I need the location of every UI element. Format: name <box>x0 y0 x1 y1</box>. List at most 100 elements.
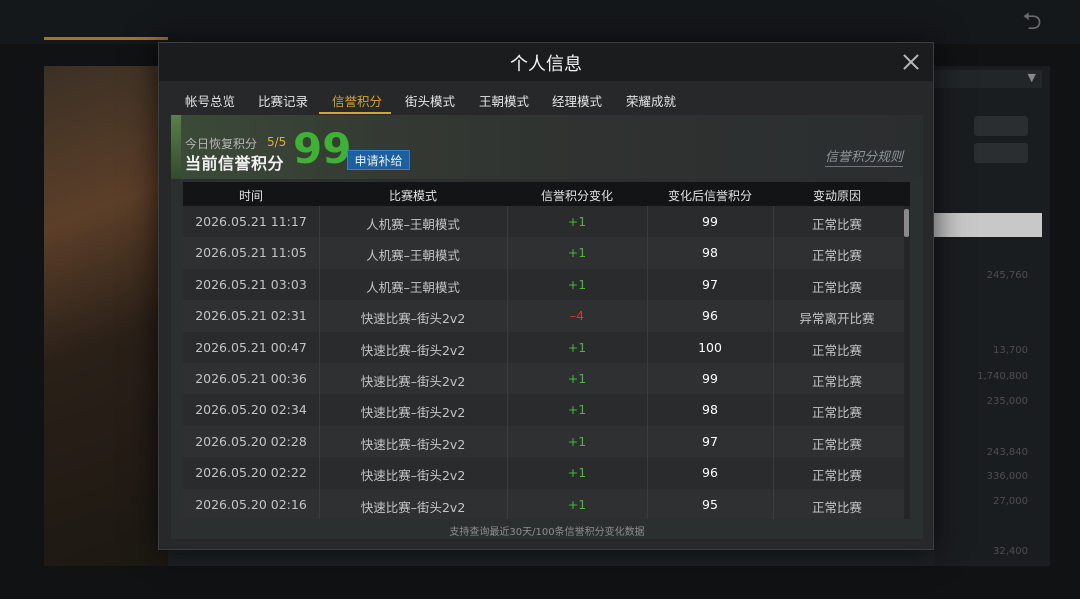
delta-cell: +1 <box>567 214 587 229</box>
tab-account-overview[interactable]: 帐号总览 <box>185 91 235 110</box>
tab-dynasty-mode[interactable]: 王朝模式 <box>479 91 529 110</box>
time-cell: 2026.05.20 02:16 <box>195 496 307 512</box>
back-arrow-icon[interactable]: ⮌ <box>1014 8 1050 34</box>
mode-cell: 快速比赛–街头2v2 <box>360 468 466 484</box>
credit-label: 当前信誉积分 <box>185 154 285 173</box>
after-cell: 99 <box>702 371 718 386</box>
table-row: 2026.05.20 02:22 快速比赛–街头2v2 +1 96 正常比赛 <box>183 457 910 489</box>
tab-manager-mode[interactable]: 经理模式 <box>552 91 602 110</box>
column-divider <box>773 206 774 519</box>
recover-count: 5/5 <box>267 135 287 149</box>
table-row: 2026.05.21 11:17 人机赛–王朝模式 +1 99 正常比赛 <box>183 206 910 238</box>
background-button <box>974 143 1028 163</box>
mode-cell: 快速比赛–街头2v2 <box>360 436 466 452</box>
delta-cell: +1 <box>567 433 587 449</box>
time-cell: 2026.05.21 11:05 <box>195 245 307 261</box>
table-row: 2026.05.20 02:16 快速比赛–街头2v2 +1 95 正常比赛 <box>183 488 910 519</box>
tab-honor-achievements[interactable]: 荣耀成就 <box>626 91 676 110</box>
tab-match-records[interactable]: 比赛记录 <box>258 91 308 110</box>
tab-credit-score[interactable]: 信誉积分 <box>332 91 382 110</box>
table-header: 时间 比赛模式 信誉积分变化 变化后信誉积分 变动原因 <box>183 182 910 206</box>
personal-info-modal: 个人信息 帐号总览 比赛记录 信誉积分 街头模式 王朝模式 经理模式 荣耀成就 … <box>158 42 934 550</box>
delta-cell: +1 <box>567 402 587 418</box>
background-value: 13,700 <box>993 345 1028 356</box>
mode-cell: 快速比赛–街头2v2 <box>360 374 466 389</box>
background-button <box>974 116 1028 136</box>
credit-content: 今日恢复积分 5/5 当前信誉积分 99 申请补给 信誉积分规则 时间 比赛模式… <box>171 115 923 539</box>
mode-cell: 人机赛–王朝模式 <box>366 248 460 264</box>
column-divider <box>507 206 508 519</box>
time-cell: 2026.05.21 03:03 <box>195 276 307 292</box>
column-header-after: 变化后信誉积分 <box>667 189 752 203</box>
footer-note: 支持查询最近30天/100条信誉积分变化数据 <box>449 527 645 538</box>
table-row: 2026.05.21 02:31 快速比赛–街头2v2 –4 96 异常离开比赛 <box>183 300 910 332</box>
mode-cell: 快速比赛–街头2v2 <box>360 311 466 327</box>
background-dropdown: ▼ <box>934 70 1042 88</box>
chevron-down-icon: ▼ <box>1027 71 1036 84</box>
reason-cell: 正常比赛 <box>811 499 862 515</box>
table-row: 2026.05.20 02:28 快速比赛–街头2v2 +1 97 正常比赛 <box>183 425 910 458</box>
reason-cell: 正常比赛 <box>811 342 862 358</box>
mode-cell: 快速比赛–街头2v2 <box>360 405 466 421</box>
mode-cell: 快速比赛–街头2v2 <box>360 342 466 358</box>
delta-cell: +1 <box>567 339 587 355</box>
table-row: 2026.05.20 02:34 快速比赛–街头2v2 +1 98 正常比赛 <box>183 394 910 426</box>
credit-value: 99 <box>293 124 352 173</box>
delta-cell: –4 <box>569 308 585 324</box>
background-player-poster <box>44 66 168 566</box>
apply-supply-button[interactable]: 申请补给 <box>347 150 410 170</box>
scrollbar-track[interactable] <box>904 206 910 519</box>
column-header-mode: 比赛模式 <box>388 189 437 203</box>
credit-history-table[interactable]: 2026.05.21 11:17 人机赛–王朝模式 +1 99 正常比赛 2026.05.… <box>183 206 910 519</box>
credit-rules-link[interactable]: 信誉积分规则 <box>824 146 903 167</box>
background-value: 245,760 <box>986 270 1028 281</box>
after-cell: 98 <box>702 402 718 418</box>
after-cell: 97 <box>702 276 718 292</box>
after-cell: 99 <box>702 214 718 229</box>
column-header-reason: 变动原因 <box>812 189 861 203</box>
reason-cell: 正常比赛 <box>811 248 862 264</box>
modal-header: 个人信息 <box>159 43 933 81</box>
time-cell: 2026.05.21 00:36 <box>195 371 307 386</box>
reason-cell: 正常比赛 <box>811 436 862 452</box>
background-right-column <box>934 66 1050 566</box>
delta-cell: +1 <box>567 371 587 386</box>
background-value: 32,400 <box>993 546 1028 557</box>
reason-cell: 异常离开比赛 <box>799 311 875 327</box>
time-cell: 2026.05.21 11:17 <box>195 214 307 229</box>
credit-banner: 今日恢复积分 5/5 当前信誉积分 99 申请补给 信誉积分规则 <box>171 115 923 179</box>
after-cell: 98 <box>702 245 718 261</box>
column-divider <box>319 206 320 519</box>
table-row: 2026.05.21 11:05 人机赛–王朝模式 +1 98 正常比赛 <box>183 237 910 269</box>
tab-street-mode[interactable]: 街头模式 <box>405 91 455 110</box>
modal-tabs: 帐号总览 比赛记录 信誉积分 街头模式 王朝模式 经理模式 荣耀成就 <box>159 81 933 115</box>
banner-accent <box>171 115 181 179</box>
column-divider <box>647 206 648 519</box>
background-value: 235,000 <box>986 396 1028 407</box>
time-cell: 2026.05.20 02:28 <box>195 433 307 449</box>
modal-title: 个人信息 <box>510 54 582 75</box>
reason-cell: 正常比赛 <box>811 279 862 295</box>
close-icon[interactable] <box>901 52 921 72</box>
background-value: 1,740,800 <box>977 371 1028 382</box>
scrollbar-thumb[interactable] <box>904 209 909 237</box>
after-cell: 96 <box>702 465 718 481</box>
table-row: 2026.05.21 00:36 快速比赛–街头2v2 +1 99 正常比赛 <box>183 363 910 395</box>
reason-cell: 正常比赛 <box>811 468 862 484</box>
background-value: 27,000 <box>993 496 1028 507</box>
reason-cell: 正常比赛 <box>811 374 862 389</box>
after-cell: 97 <box>702 433 718 449</box>
reason-cell: 正常比赛 <box>811 405 862 421</box>
table-row: 2026.05.21 00:47 快速比赛–街头2v2 +1 100 正常比赛 <box>183 331 910 363</box>
time-cell: 2026.05.21 02:31 <box>195 308 307 324</box>
delta-cell: +1 <box>567 465 587 481</box>
background-tab-underline <box>44 37 168 40</box>
after-cell: 100 <box>698 339 722 355</box>
mode-cell: 人机赛–王朝模式 <box>366 279 460 295</box>
delta-cell: +1 <box>567 496 587 512</box>
time-cell: 2026.05.20 02:34 <box>195 402 307 418</box>
delta-cell: +1 <box>567 276 587 292</box>
active-tab-underline <box>319 112 391 114</box>
background-value: 243,840 <box>986 447 1028 458</box>
after-cell: 96 <box>702 308 718 324</box>
